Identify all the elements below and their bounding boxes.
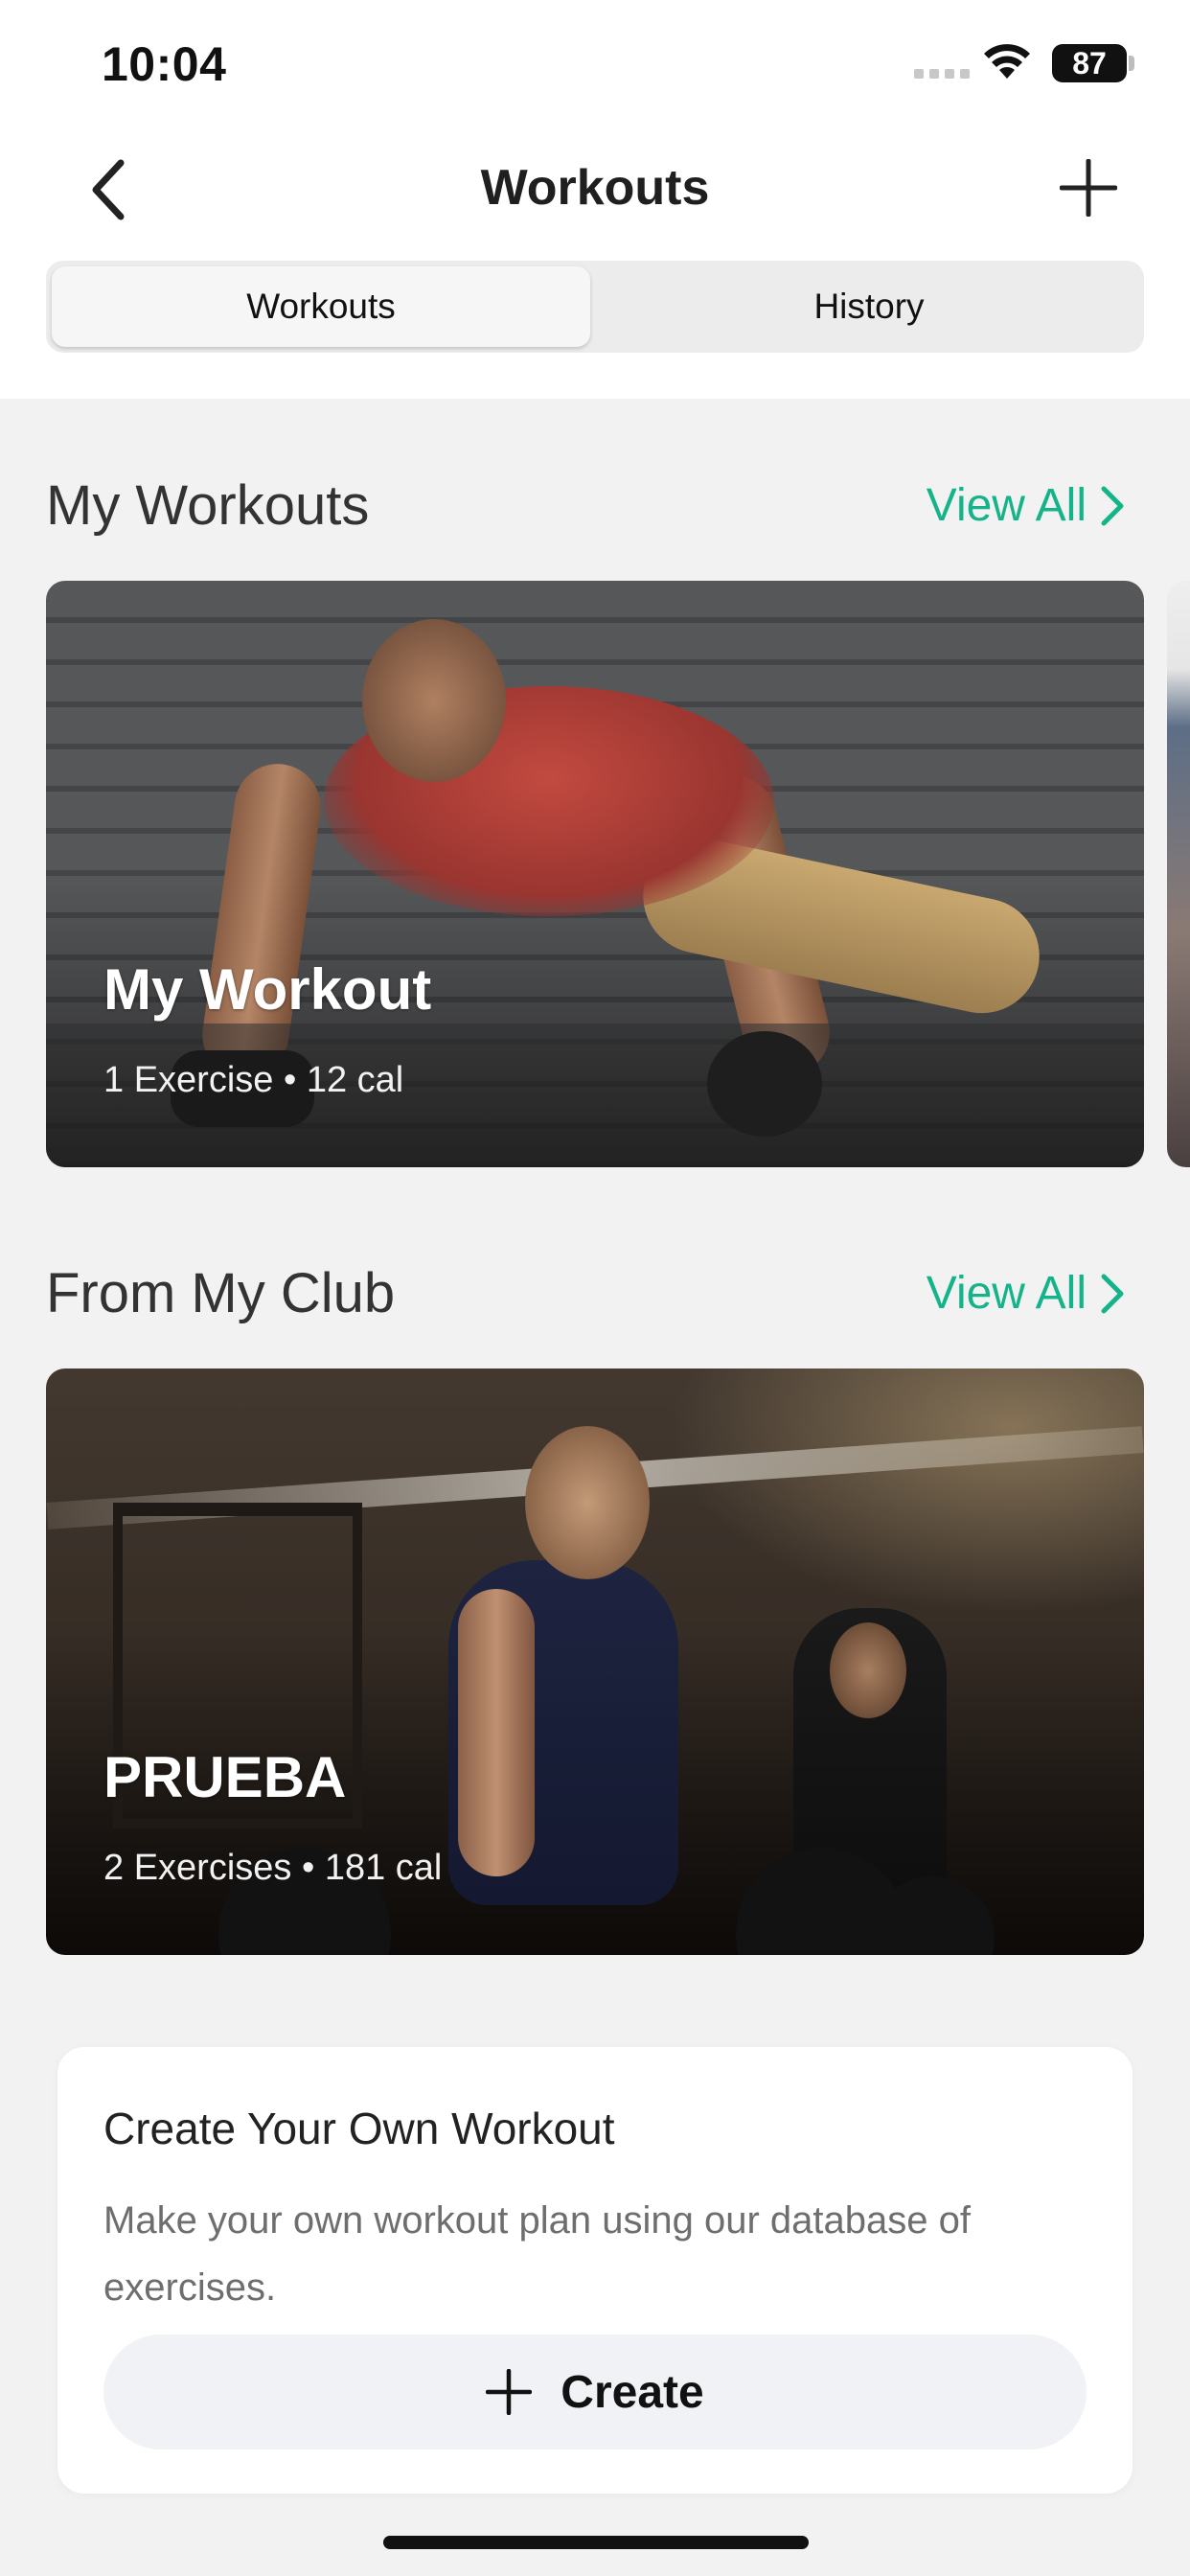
workout-card-next-peek[interactable] (1167, 581, 1190, 1167)
segmented-control: Workouts History (46, 261, 1144, 353)
photo-detail (707, 1031, 822, 1137)
status-time: 10:04 (102, 37, 227, 91)
page-title: Workouts (480, 160, 710, 216)
section-title-my-workouts: My Workouts (46, 474, 370, 537)
chevron-right-icon (1101, 1274, 1124, 1313)
workout-card-subtitle: 1 Exercise • 12 cal (103, 1060, 404, 1100)
tab-workouts[interactable]: Workouts (52, 266, 590, 347)
view-all-label: View All (926, 1268, 1087, 1319)
photo-detail (362, 619, 506, 782)
create-workout-description: Make your own workout plan using our dat… (103, 2199, 971, 2309)
view-all-my-workouts-link[interactable]: View All (927, 479, 1125, 532)
add-workout-button[interactable] (1058, 157, 1119, 218)
cellular-signal-icon (914, 69, 970, 79)
create-workout-card: Create Your Own Workout Make your own wo… (57, 2047, 1133, 2494)
workout-card-prueba[interactable]: PRUEBA 2 Exercises • 181 cal (46, 1368, 1144, 1955)
view-all-from-my-club-link[interactable]: View All (927, 1267, 1125, 1320)
photo-detail (525, 1426, 650, 1579)
photo-detail (458, 1589, 535, 1876)
chevron-right-icon (1101, 486, 1124, 525)
view-all-label: View All (926, 480, 1087, 531)
workout-card-subtitle: 2 Exercises • 181 cal (103, 1848, 443, 1888)
plus-icon (1060, 159, 1117, 217)
workout-card-title: My Workout (103, 957, 432, 1022)
plus-icon (486, 2369, 533, 2415)
home-indicator (383, 2536, 809, 2549)
workout-card-my-workout[interactable]: My Workout 1 Exercise • 12 cal (46, 581, 1144, 1167)
workouts-screen: 10:04 87 Workouts Workouts History My Wo… (0, 0, 1190, 2576)
workout-card-title: PRUEBA (103, 1745, 347, 1809)
battery-indicator: 87 (1052, 44, 1127, 82)
create-workout-button[interactable]: Create (103, 2334, 1087, 2450)
create-button-label: Create (561, 2366, 704, 2418)
section-title-from-my-club: From My Club (46, 1262, 396, 1324)
photo-detail (830, 1622, 906, 1718)
create-workout-title: Create Your Own Workout (103, 2104, 615, 2153)
battery-cap (1129, 56, 1134, 71)
wifi-icon (984, 44, 1030, 79)
tab-history[interactable]: History (600, 266, 1138, 347)
